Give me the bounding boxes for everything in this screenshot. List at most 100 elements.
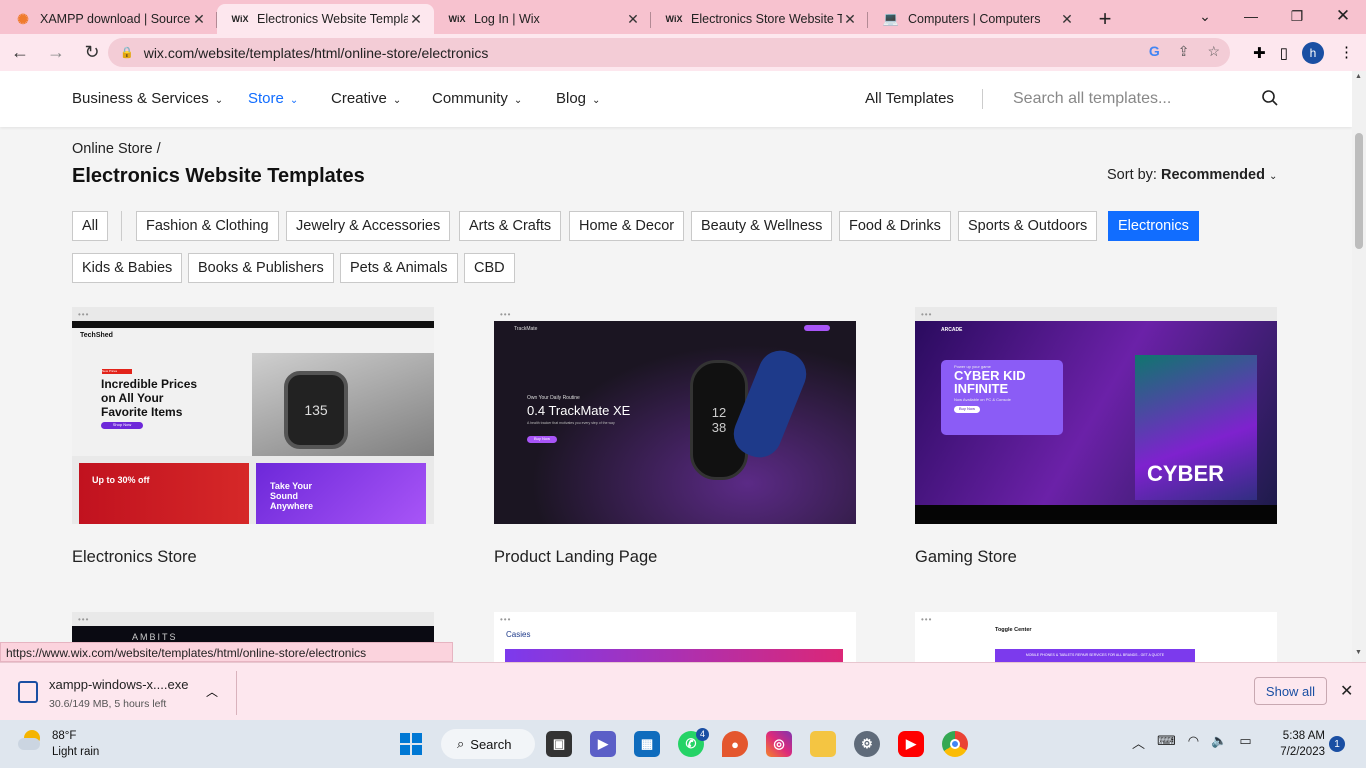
browser-tab[interactable]: ✺ XAMPP download | SourceFo ✕ — [0, 4, 217, 34]
filter-chip-fashion[interactable]: Fashion & Clothing — [136, 211, 279, 241]
filter-chip-sports[interactable]: Sports & Outdoors — [958, 211, 1098, 241]
google-icon[interactable]: G — [1149, 43, 1160, 60]
page-viewport: Business & Services ⌄ Store ⌄ Creative ⌄ Co… — [0, 71, 1352, 662]
close-tab-icon[interactable]: ✕ — [625, 11, 641, 28]
filter-chip-all[interactable]: All — [72, 211, 109, 241]
lock-icon: 🔒 — [120, 47, 134, 59]
file-explorer-icon[interactable] — [810, 731, 836, 757]
filter-chip-home[interactable]: Home & Decor — [569, 211, 685, 241]
template-name[interactable]: Product Landing Page — [494, 548, 657, 567]
browser-tab[interactable]: WiX Electronics Store Website Ten ✕ — [651, 4, 868, 34]
filter-chip-beauty[interactable]: Beauty & Wellness — [691, 211, 833, 241]
address-bar[interactable]: 🔒 wix.com/website/templates/html/online-… — [108, 38, 1230, 67]
minimize-button[interactable]: — — [1228, 0, 1274, 32]
show-all-downloads-button[interactable]: Show all — [1254, 677, 1327, 705]
close-tab-icon[interactable]: ✕ — [191, 11, 207, 28]
template-thumbnail-electronics-store[interactable]: ••• TechShed New Prices Incredible Price… — [72, 307, 434, 524]
filter-chip-food[interactable]: Food & Drinks — [839, 211, 951, 241]
filter-chip-cbd[interactable]: CBD — [464, 253, 515, 283]
wifi-icon[interactable]: ◠ — [1188, 733, 1199, 752]
keyboard-icon[interactable]: ⌨ — [1157, 733, 1176, 752]
windows-taskbar: 88°F Light rain ⌕ Search ▣ ▶ ▦ ✆ 4 ● ◎ ⚙ ▶… — [0, 720, 1366, 768]
instagram-icon[interactable]: ◎ — [766, 731, 792, 757]
maps-pin-icon[interactable]: ● — [722, 731, 748, 757]
all-templates-link[interactable]: All Templates — [865, 90, 954, 107]
nav-business-services[interactable]: Business & Services ⌄ — [72, 90, 223, 107]
clock[interactable]: 5:38 AM 7/2/2023 — [1273, 728, 1325, 760]
template-name[interactable]: Electronics Store — [72, 548, 197, 567]
whatsapp-badge: 4 — [696, 728, 709, 741]
site-navigation: Business & Services ⌄ Store ⌄ Creative ⌄ Co… — [0, 71, 1352, 127]
weather-widget[interactable]: 88°F Light rain — [16, 728, 99, 760]
youtube-icon[interactable]: ▶ — [898, 731, 924, 757]
wix-icon: WiX — [448, 14, 466, 24]
chevron-down-icon: ⌄ — [289, 95, 299, 106]
nav-community[interactable]: Community ⌄ — [432, 90, 522, 107]
sort-dropdown[interactable]: Sort by: Recommended ⌄ — [1107, 167, 1277, 183]
link-status-bar: https://www.wix.com/website/templates/ht… — [0, 642, 453, 662]
xampp-icon: ✺ — [17, 10, 29, 27]
chrome-icon[interactable] — [942, 731, 968, 757]
notification-badge[interactable]: 1 — [1329, 736, 1345, 752]
filter-chip-arts[interactable]: Arts & Crafts — [459, 211, 562, 241]
task-view-icon[interactable]: ▣ — [546, 731, 572, 757]
close-tab-icon[interactable]: ✕ — [842, 11, 858, 28]
microsoft-store-icon[interactable]: ▦ — [634, 731, 660, 757]
close-window-button[interactable]: ✕ — [1320, 0, 1366, 32]
wix-icon: WiX — [231, 14, 249, 24]
template-name[interactable]: Gaming Store — [915, 548, 1017, 567]
download-progress: 30.6/149 MB, 5 hours left — [49, 698, 167, 710]
filter-chip-kids[interactable]: Kids & Babies — [72, 253, 183, 283]
chevron-up-icon[interactable]: ︿ — [1132, 733, 1145, 752]
template-thumbnail-toggle-center[interactable]: ••• Toggle Center MOBILE PHONES & TABLET… — [915, 612, 1277, 662]
search-icon: ⌕ — [457, 736, 465, 751]
wix-icon: WiX — [665, 14, 683, 24]
profile-avatar[interactable]: h — [1302, 41, 1324, 64]
close-tab-icon[interactable]: ✕ — [408, 11, 424, 28]
browser-toolbar: ← → ↻ 🔒 wix.com/website/templates/html/o… — [0, 34, 1366, 71]
filter-chip-electronics[interactable]: Electronics — [1108, 211, 1199, 241]
tab-search-chevron-icon[interactable]: ⌄ — [1182, 0, 1228, 32]
page-scrollbar[interactable]: ▲ ▼ — [1352, 71, 1366, 662]
back-icon[interactable]: ← — [4, 37, 36, 69]
share-icon[interactable]: ⇪ — [1178, 43, 1190, 60]
battery-icon[interactable]: ▭ — [1239, 733, 1251, 752]
filter-chip-pets[interactable]: Pets & Animals — [340, 253, 458, 283]
template-thumbnail-gaming-store[interactable]: ••• ARCADE Power up your game CYBER KID … — [915, 307, 1277, 524]
search-icon[interactable] — [1261, 89, 1279, 107]
new-tab-button[interactable]: + — [1085, 4, 1125, 34]
windows-start-icon[interactable] — [398, 731, 424, 757]
side-panel-icon[interactable]: ▯ — [1280, 44, 1288, 62]
settings-gear-icon[interactable]: ⚙ — [854, 731, 880, 757]
template-thumbnail-product-landing[interactable]: ••• TrackMate Own Your Daily Routine 0.4… — [494, 307, 856, 524]
teams-chat-icon[interactable]: ▶ — [590, 731, 616, 757]
reload-icon[interactable]: ↻ — [76, 37, 108, 69]
template-search-input[interactable]: Search all templates... — [1013, 90, 1171, 108]
volume-icon[interactable]: 🔈 — [1211, 733, 1227, 752]
restore-button[interactable]: ❐ — [1274, 0, 1320, 32]
download-filename[interactable]: xampp-windows-x....exe — [49, 677, 188, 692]
breadcrumb[interactable]: Online Store / — [72, 141, 161, 157]
scrollbar-thumb[interactable] — [1355, 133, 1363, 249]
forward-icon[interactable]: → — [40, 37, 72, 69]
chevron-down-icon: ⌄ — [1268, 171, 1278, 182]
filter-chip-jewelry[interactable]: Jewelry & Accessories — [286, 211, 451, 241]
nav-blog[interactable]: Blog ⌄ — [556, 90, 600, 107]
browser-tab[interactable]: WiX Log In | Wix ✕ — [434, 4, 651, 34]
close-download-bar-icon[interactable]: ✕ — [1340, 681, 1353, 701]
url-text: wix.com/website/templates/html/online-st… — [143, 44, 489, 61]
chevron-down-icon: ⌄ — [592, 95, 601, 106]
bookmark-star-icon[interactable]: ☆ — [1207, 43, 1220, 60]
extensions-icon[interactable]: ✚ — [1253, 44, 1266, 62]
browser-menu-icon[interactable]: ⋮ — [1339, 43, 1354, 61]
browser-tab[interactable]: 💻 Computers | Computers ✕ — [868, 4, 1085, 34]
nav-store[interactable]: Store ⌄ — [248, 90, 298, 107]
close-tab-icon[interactable]: ✕ — [1059, 11, 1075, 28]
nav-creative[interactable]: Creative ⌄ — [331, 90, 401, 107]
chevron-up-icon[interactable]: ︿ — [206, 683, 218, 700]
filter-chip-books[interactable]: Books & Publishers — [188, 253, 334, 283]
browser-tab-active[interactable]: WiX Electronics Website Template ✕ — [217, 4, 434, 34]
template-thumbnail-casies[interactable]: ••• Casies — [494, 612, 856, 662]
laptop-icon: 💻 — [882, 11, 900, 26]
taskbar-search[interactable]: ⌕ Search — [441, 729, 535, 759]
